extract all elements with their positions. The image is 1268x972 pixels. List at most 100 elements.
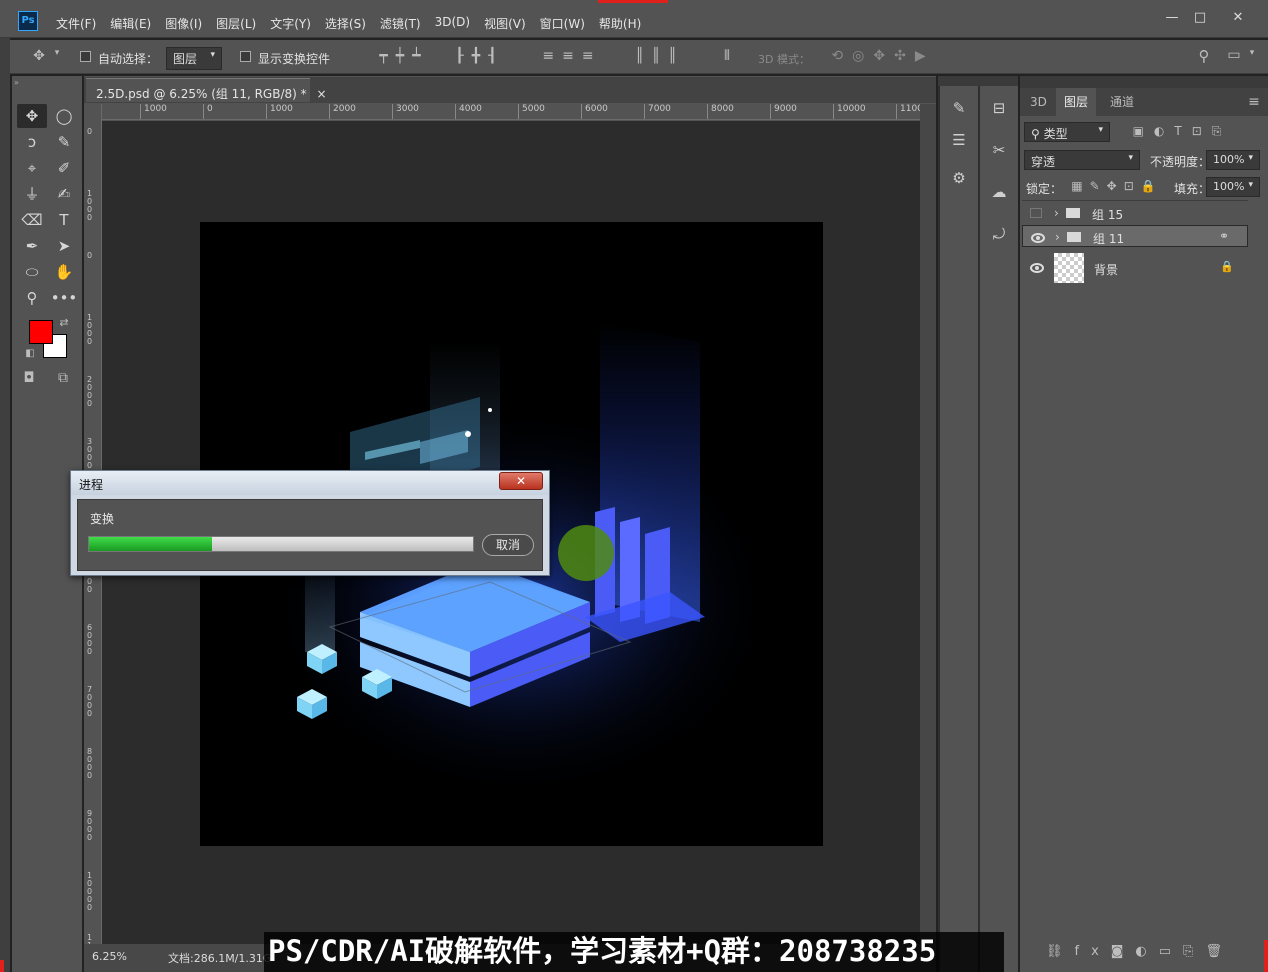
menu-item[interactable]: 帮助(H) [599,15,641,32]
auto-select-target-dropdown[interactable]: 图层 ▾ [166,47,222,70]
menu-item[interactable]: 编辑(E) [110,15,151,32]
quick-select-tool[interactable]: ✎ [49,130,79,154]
document-info[interactable]: 文档:286.1M/1.31G [168,950,271,966]
layer-name: 组 15 [1092,208,1124,222]
menu-item[interactable]: 图像(I) [165,15,202,32]
swap-colors-icon[interactable]: ⇄ [58,316,70,329]
icon-column-2: ⊟ ✂ ☁ ⤾ [980,86,1018,972]
stamp-tool[interactable]: ⏚ [17,182,47,206]
quick-mask-icon[interactable]: ◘ [18,370,40,386]
hand-tool[interactable]: ✋ [49,260,79,284]
filter-kind-dropdown[interactable]: ⚲ 类型 ▾ [1024,122,1110,142]
chevron-right-icon[interactable]: › [1054,206,1059,220]
panel-menu-icon[interactable]: ≡ [1246,94,1262,110]
tab-channels[interactable]: 通道 [1102,88,1142,116]
auto-select-label: 自动选择： [98,52,159,66]
workspace-chevron-icon[interactable]: ▾ [1246,48,1258,58]
distribute-horizontal-icons[interactable]: ║║║ [620,48,700,64]
brush-presets-icon[interactable]: ☰ [944,126,974,154]
more-tools[interactable]: ••• [49,286,79,310]
3d-mode-label: 3D 模式： [758,53,810,66]
ellipse-tool[interactable]: ⬭ [17,260,47,284]
cancel-button[interactable]: 取消 [482,534,534,556]
workspace-icon[interactable]: ▭ [1224,47,1244,63]
lasso-tool[interactable]: ↄ [17,130,47,154]
strip-header [938,76,1018,86]
close-icon[interactable]: ✕ [499,472,543,490]
menu-item[interactable]: 窗口(W) [540,15,585,32]
history-brush-tool[interactable]: ✍ [49,182,79,206]
history-icon[interactable]: ⤾ [984,220,1014,248]
menu-item[interactable]: 图层(L) [216,15,256,32]
tool-presets-icon[interactable]: ✂ [984,136,1014,164]
clone-source-icon[interactable]: ⚙ [944,164,974,192]
layer-row[interactable]: 背景 🔒 [1022,252,1248,284]
layer-row[interactable]: › 组 11 ⚭ [1022,225,1248,247]
layer-footer-icons[interactable]: ⛓fx◙◐▭⎘🗑 [1040,944,1240,959]
default-colors-icon[interactable]: ◧ [24,348,36,359]
left-red-marker [0,960,4,972]
ruler-label: 1000 [87,189,93,222]
distribute-vertical-icons[interactable]: ≡≡≡ [532,48,612,64]
zoom-level[interactable]: 6.25% [92,950,127,963]
menu-item[interactable]: 3D(D) [435,15,470,32]
opacity-input[interactable]: 100% ▾ [1206,150,1260,170]
panel-header [1020,76,1268,88]
properties-icon[interactable]: ⊟ [984,94,1014,122]
menu-item[interactable]: 滤镜(T) [380,15,421,32]
tab-3d[interactable]: 3D [1022,88,1055,116]
eye-icon[interactable] [1031,233,1045,243]
libraries-icon[interactable]: ☁ [984,178,1014,206]
tab-layers[interactable]: 图层 [1056,88,1097,116]
type-tool[interactable]: T [49,208,79,232]
vertical-scrollbar[interactable] [920,104,936,944]
brush-settings-icon[interactable]: ✎ [944,94,974,122]
move-icon[interactable]: ✥ [28,48,50,64]
ruler-label: 6000 [87,623,93,656]
tools-collapse-icon[interactable]: » [14,78,80,87]
search-icon[interactable]: ⚲ [1194,47,1214,65]
blend-mode-value: 穿透 [1031,155,1056,169]
right-red-marker [1264,940,1268,972]
brush-tool[interactable]: ✐ [49,156,79,180]
layer-filter-icons[interactable]: ▣◐T⊡⎘ [1122,124,1242,139]
ruler-label: 8000 [707,104,734,119]
align-vertical-icons[interactable]: ┯┿┷ [354,48,454,64]
layer-name: 背景 [1094,263,1119,277]
menu-item[interactable]: 文字(Y) [270,15,311,32]
fill-input[interactable]: 100% ▾ [1206,177,1260,197]
close-button[interactable]: ✕ [1228,10,1248,26]
path-select-tool[interactable]: ➤ [49,234,79,258]
restore-button[interactable]: □ [1190,10,1210,26]
eye-icon[interactable] [1030,263,1044,273]
pen-tool[interactable]: ✒ [17,234,47,258]
blend-mode-dropdown[interactable]: 穿透 ▾ [1024,150,1140,170]
zoom-tool[interactable]: ⚲ [17,286,47,310]
minimize-button[interactable]: — [1162,10,1182,26]
menu-item[interactable]: 文件(F) [56,15,96,32]
fill-label: 填充： [1174,182,1211,196]
eyedropper-tool[interactable]: ⌖ [17,156,47,180]
eraser-tool[interactable]: ⌫ [17,208,47,232]
folder-icon [1066,208,1080,218]
layer-row[interactable]: › 组 15 [1022,202,1248,224]
show-transform-checkbox[interactable] [240,51,251,65]
screen-mode-icon[interactable]: ⧉ [52,370,74,386]
auto-select-checkbox[interactable] [80,51,91,65]
document-tab-close[interactable]: × [316,87,326,101]
chevron-down-icon[interactable]: ▾ [52,48,62,58]
marquee-tool[interactable]: ◯ [49,104,79,128]
menu-item[interactable]: 视图(V) [484,15,526,32]
document-tab[interactable]: 2.5D.psd @ 6.25% (组 11, RGB/8) * × [86,78,327,102]
menu-item[interactable]: 选择(S) [325,15,366,32]
foreground-color-swatch[interactable] [29,320,53,344]
align-horizontal-icons[interactable]: ┠╋┨ [440,48,520,64]
ruler-label: 9000 [770,104,797,119]
lock-label: 锁定： [1026,182,1063,196]
auto-align-icon[interactable]: ⦀ [720,48,734,64]
ruler-label: 1000 [266,104,293,119]
visibility-toggle[interactable] [1030,208,1042,218]
lock-icons[interactable]: ▦✎✥⊡🔒 [1062,179,1172,193]
chevron-right-icon[interactable]: › [1055,230,1060,244]
move-tool[interactable]: ✥ [17,104,47,128]
